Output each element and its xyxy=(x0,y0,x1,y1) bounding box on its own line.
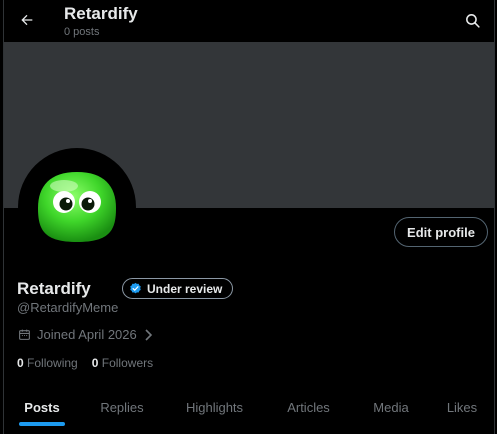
badge-label: Under review xyxy=(147,281,223,296)
edit-profile-button[interactable]: Edit profile xyxy=(394,217,488,247)
arrow-left-icon xyxy=(21,14,33,26)
profile-tabs: Posts Replies Highlights Articles Media … xyxy=(4,384,494,434)
search-button[interactable] xyxy=(460,8,484,32)
green-blob-avatar-icon xyxy=(38,172,116,242)
tab-label: Highlights xyxy=(185,399,244,415)
avatar[interactable] xyxy=(18,148,136,266)
top-header: Retardify 0 posts xyxy=(4,0,494,42)
tab-label: Posts xyxy=(24,399,60,415)
search-icon xyxy=(465,13,480,28)
verification-status-badge[interactable]: Under review xyxy=(122,278,234,299)
tab-label: Replies xyxy=(100,399,144,415)
header-title: Retardify xyxy=(64,4,138,23)
tab-media[interactable]: Media xyxy=(352,384,430,430)
joined-label: Joined April 2026 xyxy=(37,327,137,342)
profile-handle: @RetardifyMeme xyxy=(17,300,119,315)
followers-count: 0 xyxy=(91,356,99,370)
active-tab-indicator xyxy=(19,422,65,426)
following-count: 0 xyxy=(17,356,24,370)
followers-link[interactable]: 0 Followers xyxy=(92,356,153,370)
following-label: Following xyxy=(27,356,78,370)
chevron-right-icon xyxy=(145,328,152,341)
post-count: 0 posts xyxy=(64,26,100,38)
following-link[interactable]: 0 Following xyxy=(17,356,78,370)
joined-date[interactable]: Joined April 2026 xyxy=(18,327,153,342)
back-button[interactable] xyxy=(14,7,40,33)
tab-posts[interactable]: Posts xyxy=(4,384,80,430)
tab-articles[interactable]: Articles xyxy=(265,384,352,430)
tab-label: Media xyxy=(373,399,409,415)
tab-highlights[interactable]: Highlights xyxy=(164,384,265,430)
tab-likes[interactable]: Likes xyxy=(430,384,494,430)
profile-page: Retardify 0 posts Edit profile Retardify… xyxy=(0,0,497,434)
follow-stats: 0 Following 0 Followers xyxy=(17,356,153,370)
calendar-icon xyxy=(19,329,30,340)
tab-label: Articles xyxy=(287,399,330,415)
profile-name: Retardify xyxy=(17,279,91,298)
followers-label: Followers xyxy=(101,356,154,370)
tab-label: Likes xyxy=(446,399,478,415)
verified-badge-icon xyxy=(130,282,141,294)
tab-replies[interactable]: Replies xyxy=(80,384,164,430)
